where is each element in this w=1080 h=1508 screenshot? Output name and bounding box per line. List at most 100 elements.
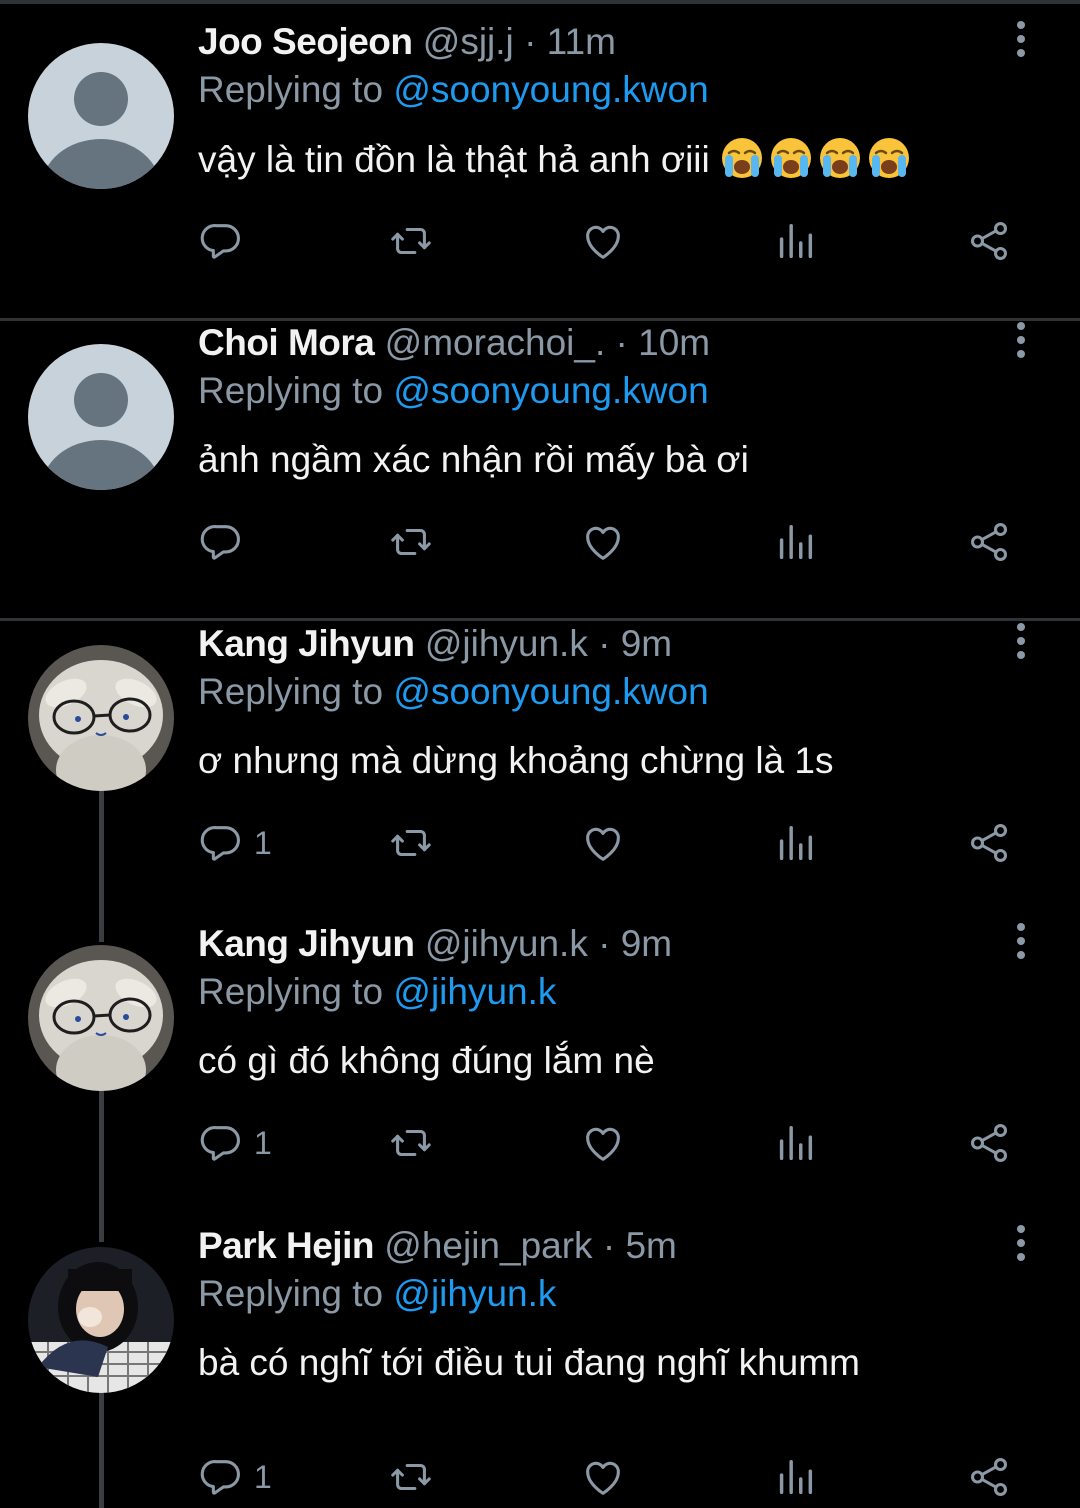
tweet-card[interactable]: Kang Jihyun @jihyun.k · 9m Replying to @…: [0, 612, 1080, 912]
retweet-button[interactable]: [388, 1118, 434, 1168]
retweet-button[interactable]: [388, 216, 434, 266]
timestamp[interactable]: 5m: [625, 1225, 676, 1266]
heart-icon: [580, 820, 626, 866]
replying-to-label: Replying to: [198, 671, 384, 712]
replying-to-handle[interactable]: @jihyun.k: [393, 971, 556, 1012]
tweet-text-body: ơ nhưng mà dừng khoảng chừng là 1s: [198, 740, 834, 781]
retweet-icon: [388, 820, 434, 866]
retweet-icon: [388, 519, 434, 565]
retweet-button[interactable]: [388, 1452, 434, 1502]
loudly-crying-face-icon: [818, 136, 862, 180]
replying-to-label: Replying to: [198, 370, 384, 411]
retweet-icon: [388, 218, 434, 264]
more-options-icon[interactable]: [1006, 920, 1036, 964]
user-avatar[interactable]: [28, 945, 174, 1091]
views-button[interactable]: [772, 818, 818, 868]
more-options-icon[interactable]: [1006, 620, 1036, 664]
bar-chart-icon: [772, 1454, 818, 1500]
tweet-card[interactable]: Kang Jihyun @jihyun.k · 9m Replying to @…: [0, 912, 1080, 1212]
share-button[interactable]: [966, 818, 1012, 868]
reply-button[interactable]: 1: [198, 818, 272, 868]
tweet-text: bà có nghĩ tới điều tui đang nghĩ khumm: [198, 1340, 860, 1386]
reply-count: 1: [254, 1458, 272, 1495]
bar-chart-icon: [772, 820, 818, 866]
heart-icon: [580, 1120, 626, 1166]
tweet-card[interactable]: Joo Seojeon @sjj.j · 11m Replying to @so…: [0, 10, 1080, 310]
reply-icon: [198, 519, 244, 565]
share-button[interactable]: [966, 517, 1012, 567]
replying-to-handle[interactable]: @soonyoung.kwon: [393, 671, 708, 712]
reply-icon: [198, 820, 244, 866]
retweet-button[interactable]: [388, 818, 434, 868]
more-options-icon[interactable]: [1006, 18, 1036, 62]
retweet-button[interactable]: [388, 517, 434, 567]
views-button[interactable]: [772, 1118, 818, 1168]
top-divider: [0, 0, 1080, 4]
display-name[interactable]: Joo Seojeon: [198, 21, 413, 62]
user-handle[interactable]: @jihyun.k: [425, 623, 588, 664]
bar-chart-icon: [772, 218, 818, 264]
user-avatar[interactable]: [28, 43, 174, 189]
like-button[interactable]: [580, 216, 626, 266]
replying-to-handle[interactable]: @soonyoung.kwon: [393, 370, 708, 411]
retweet-icon: [388, 1454, 434, 1500]
tweet-card[interactable]: Choi Mora @morachoi_. · 10m Replying to …: [0, 311, 1080, 616]
share-button[interactable]: [966, 1452, 1012, 1502]
tweet-header: Kang Jihyun @jihyun.k · 9m: [198, 622, 672, 666]
bar-chart-icon: [772, 1120, 818, 1166]
separator-dot: ·: [598, 923, 611, 964]
tweet-text: có gì đó không đúng lắm nè: [198, 1038, 655, 1084]
timestamp[interactable]: 9m: [621, 923, 672, 964]
timestamp[interactable]: 10m: [638, 322, 710, 363]
share-button[interactable]: [966, 216, 1012, 266]
more-options-icon[interactable]: [1006, 319, 1036, 363]
display-name[interactable]: Kang Jihyun: [198, 923, 415, 964]
share-icon: [966, 1454, 1012, 1500]
separator-dot: ·: [615, 322, 628, 363]
loudly-crying-face-icon: [720, 136, 764, 180]
tweet-actions: 1: [0, 818, 1080, 868]
timestamp[interactable]: 9m: [621, 623, 672, 664]
timestamp[interactable]: 11m: [547, 21, 616, 62]
replying-to-label: Replying to: [198, 971, 384, 1012]
bar-chart-icon: [772, 519, 818, 565]
tweet-text-body: có gì đó không đúng lắm nè: [198, 1040, 655, 1081]
share-button[interactable]: [966, 1118, 1012, 1168]
user-handle[interactable]: @morachoi_.: [385, 322, 606, 363]
tweet-text-body: bà có nghĩ tới điều tui đang nghĩ khumm: [198, 1342, 860, 1383]
separator-dot: ·: [598, 623, 611, 664]
retweet-icon: [388, 1120, 434, 1166]
user-handle[interactable]: @hejin_park: [384, 1225, 592, 1266]
reply-icon: [198, 218, 244, 264]
replying-to-handle[interactable]: @soonyoung.kwon: [393, 69, 708, 110]
reply-button[interactable]: [198, 216, 244, 266]
tweet-header: Choi Mora @morachoi_. · 10m: [198, 321, 710, 365]
share-icon: [966, 519, 1012, 565]
user-handle[interactable]: @jihyun.k: [425, 923, 588, 964]
tweet-text: vậy là tin đồn là thật hả anh ơiii: [198, 136, 916, 183]
tweet-card[interactable]: Park Hejin @hejin_park · 5m Replying to …: [0, 1214, 1080, 1508]
reply-button[interactable]: [198, 517, 244, 567]
reply-button[interactable]: 1: [198, 1118, 272, 1168]
more-options-icon[interactable]: [1006, 1222, 1036, 1266]
views-button[interactable]: [772, 517, 818, 567]
user-handle[interactable]: @sjj.j: [423, 21, 514, 62]
display-name[interactable]: Kang Jihyun: [198, 623, 415, 664]
replying-to-handle[interactable]: @jihyun.k: [393, 1273, 556, 1314]
like-button[interactable]: [580, 517, 626, 567]
like-button[interactable]: [580, 818, 626, 868]
views-button[interactable]: [772, 216, 818, 266]
share-icon: [966, 1120, 1012, 1166]
user-avatar[interactable]: [28, 645, 174, 791]
reply-button[interactable]: 1: [198, 1452, 272, 1502]
display-name[interactable]: Park Hejin: [198, 1225, 374, 1266]
tweet-text-body: vậy là tin đồn là thật hả anh ơiii: [198, 139, 710, 180]
display-name[interactable]: Choi Mora: [198, 322, 375, 363]
like-button[interactable]: [580, 1452, 626, 1502]
replying-to: Replying to @soonyoung.kwon: [198, 369, 709, 413]
replying-to: Replying to @soonyoung.kwon: [198, 670, 709, 714]
user-avatar[interactable]: [28, 1247, 174, 1393]
like-button[interactable]: [580, 1118, 626, 1168]
views-button[interactable]: [772, 1452, 818, 1502]
user-avatar[interactable]: [28, 344, 174, 490]
